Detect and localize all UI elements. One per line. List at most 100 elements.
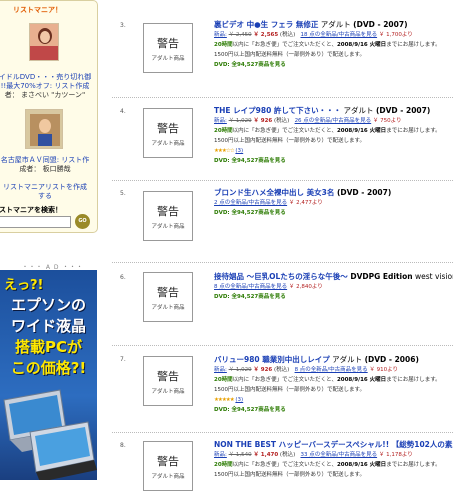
dvd-category-link[interactable]: DVD: 全94,527商品を見る [214,60,453,70]
rating-stars-icon[interactable]: ★★★★★ [214,397,235,403]
item-title-link[interactable]: ブロンド生ハメ全裸中出し 美女3名 [214,188,334,197]
offers-link[interactable]: 33 点の全新品/中古商品を見る [300,452,377,458]
warning-label: 警告 [157,205,179,218]
create-list-link-2[interactable]: する [0,192,95,201]
item-number: 3. [120,22,126,29]
ship-hours: 20時間 [214,42,233,48]
ad-line-4: 搭載PCが [14,338,82,356]
warning-label: 警告 [157,37,179,50]
offers-link[interactable]: 26 点の全新品/中古商品を見る [295,118,372,124]
item-thumbnail[interactable]: 警告 アダルト商品 [143,23,193,73]
offers-link[interactable]: 8 点の全新品/中古商品を見る [295,367,368,373]
ship-text-end: までにお届けします。 [386,377,441,383]
ship-text-end: までにお届けします。 [386,42,441,48]
list-price: ￥ 2,450 [228,32,252,38]
adult-label: アダルト商品 [151,141,185,147]
item-title-link[interactable]: 裏ビデオ 中●生 フェラ 無修正 [214,20,318,29]
warning-label: 警告 [157,370,179,383]
listmania-search-input[interactable] [0,216,71,228]
ship-text: 以内に「お急ぎ便」でご注文いただくと、 [232,377,337,383]
item-thumbnail[interactable]: 警告 アダルト商品 [143,191,193,241]
item-thumbnail[interactable]: 警告 アダルト商品 [143,356,193,406]
item-format: (DVD - 2007) [353,20,408,29]
list1-subtitle[interactable]: !!最大70%オフ: リスト作成 [0,82,95,91]
ad-line-2: エプソンの [10,296,86,314]
item-format: (DVD - 2007) [375,106,431,115]
divider [112,262,453,263]
item-number: 5. [120,190,126,197]
ship-date: 2008/9/16 火曜日 [336,128,387,134]
dvd-category-link[interactable]: DVD: 全94,527商品を見る [214,292,453,302]
item-thumbnail[interactable]: 警告 アダルト商品 [143,272,193,322]
item-title-link[interactable]: 接待娼品 ～巨乳OLたちの淫らな午後～ [214,272,348,281]
divider [112,180,453,181]
ship-text-end: までにお届けします。 [386,128,441,134]
ship-text: 以内に「お急ぎ便」でご注文いただくと、 [232,462,337,468]
item-number: 6. [120,274,126,281]
offer-price: ￥ 750より [372,118,402,124]
dvd-category-link[interactable]: DVD: 全94,527商品を見る [214,405,453,415]
item-number: 4. [120,108,126,115]
item-format: (DVD - 2006) [364,355,419,364]
list2-title-link[interactable]: 名古屋市ＡＶ同盟: リスト作 [0,156,95,165]
adult-label: アダルト商品 [151,474,185,480]
offer-price: ￥ 1,700より [378,32,413,38]
offers-link[interactable]: 8 点の全新品/中古商品を見る [214,284,287,290]
offer-price: ￥ 910より [369,367,399,373]
tax-label: (税込) [274,367,290,373]
adult-label: アダルト商品 [151,389,185,395]
item-format: (DVD - 2007) [336,188,392,197]
ship-hours: 20時間 [214,128,233,134]
item-artist: アダルト [341,106,376,115]
offers-link[interactable]: 18 点の全新品/中古商品を見る [300,32,377,38]
item-artist: アダルト [329,355,365,364]
free-shipping: 1500円以上国内配送料無料（一部例外あり）で配送します。 [214,52,365,58]
new-link[interactable]: 新品: [214,367,227,373]
list-price: ￥ 1,029 [228,118,252,124]
offer-price: ￥ 2,477より [288,200,323,206]
create-list-link[interactable]: リストマニアリストを作成 [0,183,95,192]
list2-author: 成者： 板口勝哉 [19,165,71,173]
item-number: 7. [120,356,126,363]
list2-thumbnail[interactable] [25,109,63,149]
item-thumbnail[interactable]: 警告 アダルト商品 [143,441,193,491]
rating-count[interactable]: (3) [235,148,243,154]
divider [112,345,453,346]
ship-text-end: までにお届けします。 [386,462,441,468]
ship-text: 以内に「お急ぎ便」でご注文いただくと、 [232,42,337,48]
item-title-link[interactable]: バリュー980 職業別中出しレイプ [214,355,330,364]
warning-label: 警告 [157,455,179,468]
rating-stars-icon[interactable]: ★★★☆☆ [214,148,235,154]
sale-price: ￥ 926 [253,367,273,373]
list1-thumbnail[interactable] [29,23,59,61]
offer-price: ￥ 2,840より [288,284,323,290]
tax-label: (税込) [279,32,296,38]
go-button[interactable]: GO [75,214,90,229]
ship-hours: 20時間 [214,377,233,383]
sidebar: リストマニア！ イドルDVD・・・売り切れ御 !!最大70%オフ: リスト作成 … [0,0,100,480]
new-link[interactable]: 新品: [214,452,227,458]
item-thumbnail[interactable]: 警告 アダルト商品 [143,108,193,158]
new-link[interactable]: 新品: [214,32,227,38]
list1-title-link[interactable]: イドルDVD・・・売り切れ御 [0,73,95,82]
laptop-illustration [3,389,97,480]
list1-author: 者： まさべい "カツーン" [4,91,86,99]
adult-label: アダルト商品 [151,224,185,230]
sale-price: ￥ 2,565 [253,32,279,38]
ship-date: 2008/9/16 火曜日 [336,462,387,468]
item-title-link[interactable]: THE レイプ980 許して下さい・・・ [214,106,341,115]
tax-label: (税込) [274,118,290,124]
ad-line-5: この価格?! [10,359,87,377]
item-number: 8. [120,442,126,449]
dvd-category-link[interactable]: DVD: 全94,527商品を見る [214,208,453,218]
new-link[interactable]: 新品: [214,118,227,124]
offer-price: ￥ 1,178より [378,452,413,458]
sale-price: ￥ 926 [253,118,273,124]
rating-count[interactable]: (3) [235,397,243,403]
offers-link[interactable]: 2 点の全新品/中古商品を見る [214,200,287,206]
dvd-category-link[interactable]: DVD: 全94,527商品を見る [214,156,453,166]
epson-ad-banner[interactable]: えっ?! エプソンの ワイド液晶 搭載PCが この価格?! [0,270,97,480]
adult-label: アダルト商品 [151,305,185,311]
item-title-link[interactable]: NON THE BEST ハッピーバースデースペシャル!! 【総勢102人の素人… [214,440,453,450]
free-shipping: 1500円以上国内配送料無料（一部例外あり）で配送します。 [214,387,365,393]
